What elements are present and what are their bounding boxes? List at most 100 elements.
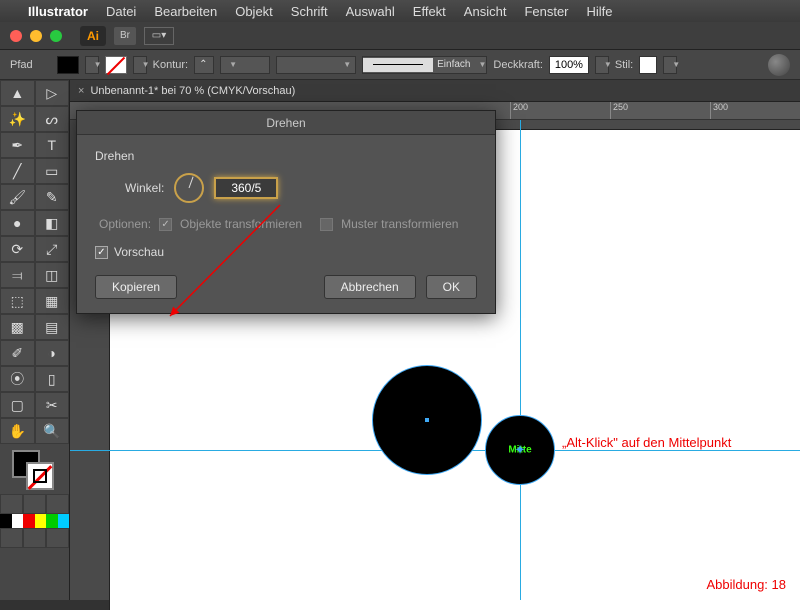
menu-fenster[interactable]: Fenster bbox=[524, 4, 568, 19]
menu-bearbeiten[interactable]: Bearbeiten bbox=[154, 4, 217, 19]
selection-type-label: Pfad bbox=[10, 59, 33, 71]
document-tab-label: Unbenannt-1* bei 70 % (CMYK/Vorschau) bbox=[90, 85, 295, 97]
variable-width-profile[interactable]: ▼ bbox=[276, 56, 356, 74]
pencil-tool[interactable]: ✎ bbox=[35, 184, 70, 210]
document-setup-icon[interactable] bbox=[768, 54, 790, 76]
lasso-tool[interactable]: ᔕ bbox=[35, 106, 70, 132]
opacity-input[interactable] bbox=[549, 56, 589, 74]
transform-objects-checkbox[interactable]: ✓ bbox=[159, 218, 172, 231]
angle-label: Winkel: bbox=[125, 181, 164, 195]
mac-menubar: Illustrator Datei Bearbeiten Objekt Schr… bbox=[0, 0, 800, 22]
copy-button[interactable]: Kopieren bbox=[95, 275, 177, 299]
menu-datei[interactable]: Datei bbox=[106, 4, 136, 19]
stroke-weight-link[interactable]: ⌃ bbox=[194, 56, 214, 74]
transform-patterns-checkbox[interactable] bbox=[320, 218, 333, 231]
preview-label: Vorschau bbox=[114, 245, 164, 259]
preview-checkbox[interactable]: ✓ bbox=[95, 246, 108, 259]
figure-label: Abbildung: 18 bbox=[706, 577, 786, 592]
stroke-weight-input[interactable]: ▼ bbox=[220, 56, 270, 74]
close-tab-icon[interactable]: × bbox=[78, 85, 84, 97]
fill-stroke-control[interactable] bbox=[0, 444, 69, 494]
type-tool[interactable]: T bbox=[35, 132, 70, 158]
minimize-icon[interactable] bbox=[30, 30, 42, 42]
menu-auswahl[interactable]: Auswahl bbox=[346, 4, 395, 19]
ruler-tick: 200 bbox=[510, 102, 528, 119]
dialog-title: Drehen bbox=[77, 111, 495, 135]
rotate-pivot-icon[interactable]: ✦ bbox=[514, 442, 526, 459]
tool-panel: ▲ ▷ ✨ ᔕ ✒ T ╱ ▭ 🖌 ✎ ● ◧ ⟳ ⤢ ⫤ ◫ ⬚ ▦ ▩ ▤ … bbox=[0, 80, 70, 600]
app-titlebar: Ai Br ▭▾ bbox=[0, 22, 800, 50]
line-tool[interactable]: ╱ bbox=[0, 158, 35, 184]
stroke-label: Kontur: bbox=[153, 59, 188, 71]
stroke-dropdown[interactable]: ▼ bbox=[133, 56, 147, 74]
ruler-tick: 250 bbox=[610, 102, 628, 119]
brush-definition[interactable]: Einfach▼ bbox=[362, 56, 487, 74]
rotate-dialog: Drehen Drehen Winkel: Optionen: ✓ Objekt… bbox=[76, 110, 496, 314]
hand-tool[interactable]: ✋ bbox=[0, 418, 35, 444]
eraser-tool[interactable]: ◧ bbox=[35, 210, 70, 236]
workspace-switcher[interactable]: ▭▾ bbox=[144, 27, 174, 45]
menu-effekt[interactable]: Effekt bbox=[413, 4, 446, 19]
angle-dial[interactable] bbox=[174, 173, 204, 203]
screen-mode-normal[interactable] bbox=[0, 528, 23, 548]
paintbrush-tool[interactable]: 🖌 bbox=[0, 184, 35, 210]
pen-tool[interactable]: ✒ bbox=[0, 132, 35, 158]
control-bar: Pfad ▼ ▼ Kontur: ⌃ ▼ ▼ Einfach▼ Deckkraf… bbox=[0, 50, 800, 80]
opacity-label: Deckkraft: bbox=[493, 59, 543, 71]
blob-brush-tool[interactable]: ● bbox=[0, 210, 35, 236]
screen-mode-presentation[interactable] bbox=[46, 528, 69, 548]
ok-button[interactable]: OK bbox=[426, 275, 477, 299]
bridge-icon[interactable]: Br bbox=[114, 27, 136, 45]
menubar-app[interactable]: Illustrator bbox=[28, 4, 88, 19]
menu-objekt[interactable]: Objekt bbox=[235, 4, 273, 19]
style-dropdown[interactable]: ▼ bbox=[663, 56, 677, 74]
fill-swatch[interactable] bbox=[57, 56, 79, 74]
guide-vertical[interactable] bbox=[520, 120, 521, 600]
gradient-tool[interactable]: ▤ bbox=[35, 314, 70, 340]
annotation-alt-click: „Alt-Klick" auf den Mittelpunkt bbox=[562, 435, 731, 450]
direct-selection-tool[interactable]: ▷ bbox=[35, 80, 70, 106]
selection-tool[interactable]: ▲ bbox=[0, 80, 35, 106]
opacity-dropdown[interactable]: ▼ bbox=[595, 56, 609, 74]
shape-builder-tool[interactable]: ⬚ bbox=[0, 288, 35, 314]
eyedropper-tool[interactable]: ✐ bbox=[0, 340, 35, 366]
zoom-tool[interactable]: 🔍 bbox=[35, 418, 70, 444]
menu-ansicht[interactable]: Ansicht bbox=[464, 4, 507, 19]
mesh-tool[interactable]: ▩ bbox=[0, 314, 35, 340]
stroke-color[interactable] bbox=[26, 462, 54, 490]
graphic-style-swatch[interactable] bbox=[639, 56, 657, 74]
large-circle-object[interactable] bbox=[372, 365, 482, 475]
center-point-icon bbox=[425, 418, 429, 422]
gradient-mode[interactable] bbox=[23, 494, 46, 514]
rectangle-tool[interactable]: ▭ bbox=[35, 158, 70, 184]
transform-objects-label: Objekte transformieren bbox=[180, 217, 302, 231]
stroke-swatch[interactable] bbox=[105, 56, 127, 74]
free-transform-tool[interactable]: ◫ bbox=[35, 262, 70, 288]
magic-wand-tool[interactable]: ✨ bbox=[0, 106, 35, 132]
maximize-icon[interactable] bbox=[50, 30, 62, 42]
dialog-section-label: Drehen bbox=[95, 149, 477, 163]
perspective-grid-tool[interactable]: ▦ bbox=[35, 288, 70, 314]
angle-input[interactable] bbox=[214, 177, 278, 199]
rotate-tool[interactable]: ⟳ bbox=[0, 236, 35, 262]
scale-tool[interactable]: ⤢ bbox=[35, 236, 70, 262]
close-icon[interactable] bbox=[10, 30, 22, 42]
options-label: Optionen: bbox=[99, 217, 151, 231]
symbol-sprayer-tool[interactable]: ⦿ bbox=[0, 366, 35, 392]
none-mode[interactable] bbox=[46, 494, 69, 514]
color-mode[interactable] bbox=[0, 494, 23, 514]
menu-hilfe[interactable]: Hilfe bbox=[587, 4, 613, 19]
document-tab[interactable]: × Unbenannt-1* bei 70 % (CMYK/Vorschau) bbox=[70, 80, 800, 102]
cancel-button[interactable]: Abbrechen bbox=[324, 275, 416, 299]
artboard-tool[interactable]: ▢ bbox=[0, 392, 35, 418]
menu-schrift[interactable]: Schrift bbox=[291, 4, 328, 19]
fill-dropdown[interactable]: ▼ bbox=[85, 56, 99, 74]
blend-tool[interactable]: ◑ bbox=[35, 340, 70, 366]
swatch-row[interactable] bbox=[0, 514, 69, 528]
slice-tool[interactable]: ✂ bbox=[35, 392, 70, 418]
transform-patterns-label: Muster transformieren bbox=[341, 217, 458, 231]
ruler-tick: 300 bbox=[710, 102, 728, 119]
width-tool[interactable]: ⫤ bbox=[0, 262, 35, 288]
screen-mode-full[interactable] bbox=[23, 528, 46, 548]
column-graph-tool[interactable]: ▯ bbox=[35, 366, 70, 392]
